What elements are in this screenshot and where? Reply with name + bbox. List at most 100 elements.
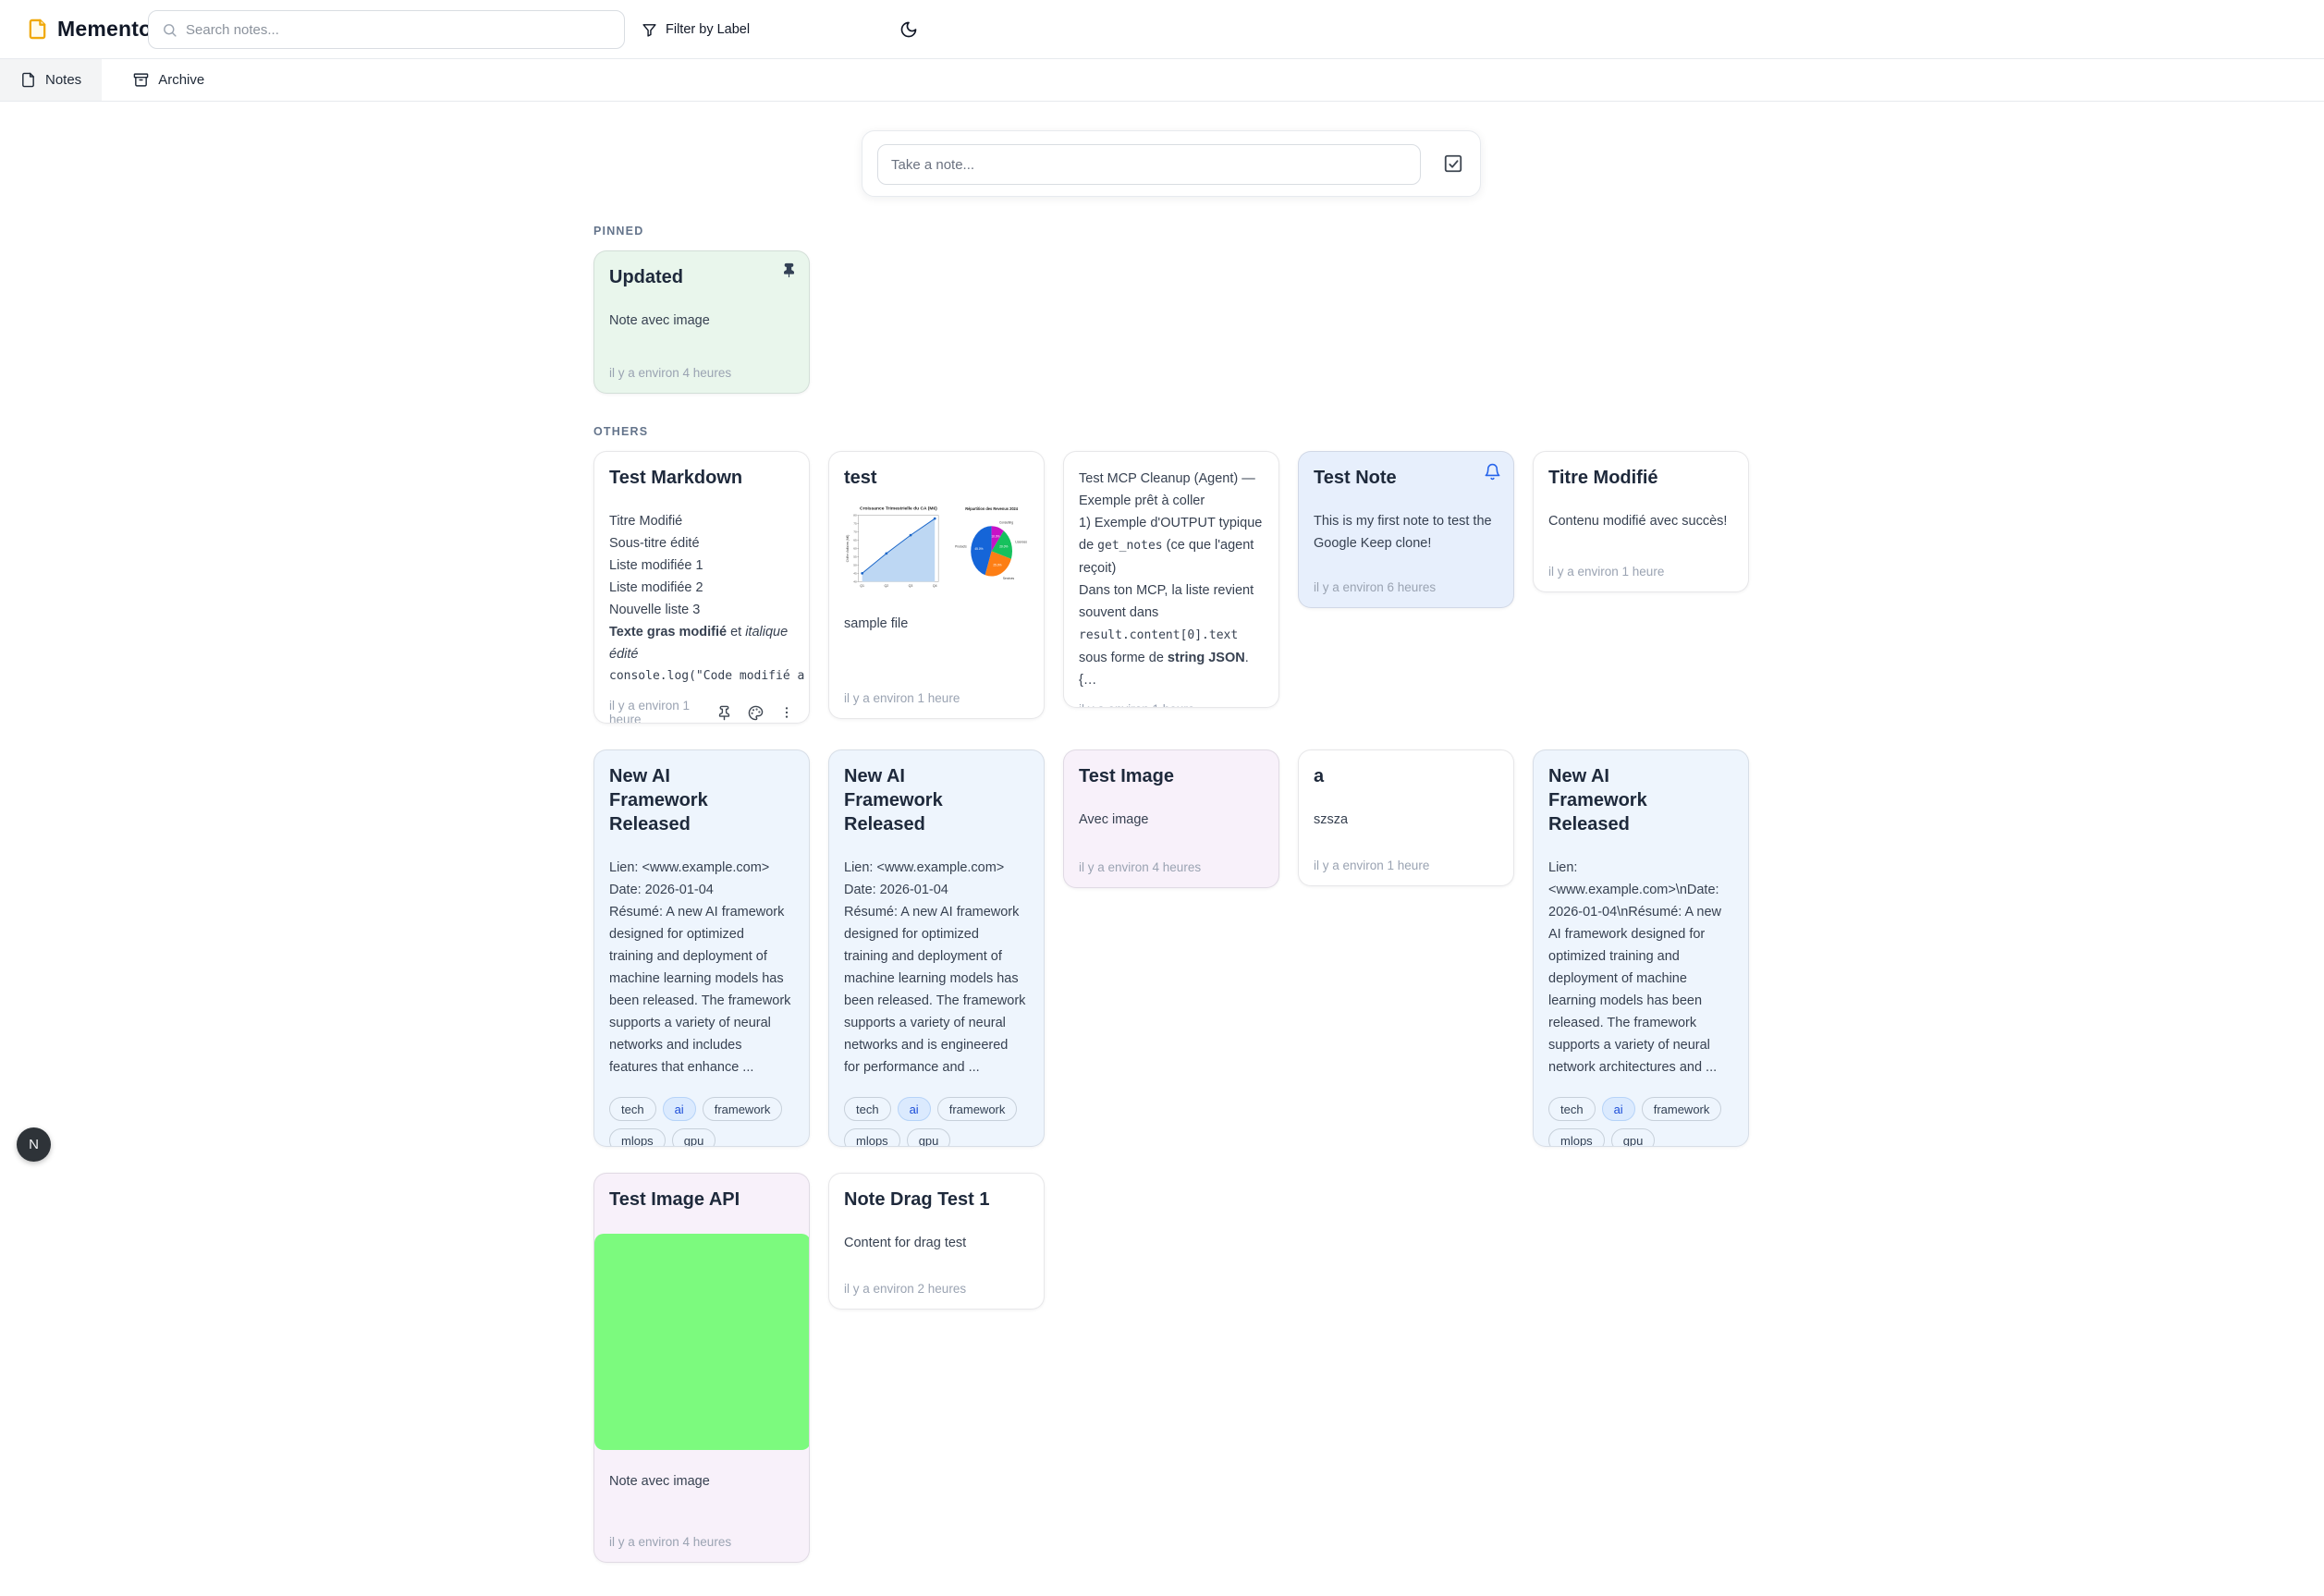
note-card[interactable]: New AI Framework ReleasedLien: <www.exam… [593,749,810,1147]
tag-pill[interactable]: mlops [844,1128,900,1147]
note-body: This is my first note to test the Google… [1314,510,1498,554]
tag-pill[interactable]: gpu [907,1128,951,1147]
svg-text:Répartition des Revenus 2024: Répartition des Revenus 2024 [965,506,1018,510]
moon-icon [899,20,918,39]
palette-icon[interactable] [748,705,764,721]
tab-bar: Notes Archive [0,59,2324,102]
svg-text:40: 40 [853,579,857,583]
note-title: Test Image API [609,1188,794,1212]
note-card[interactable]: Test Image API Note avec image il y a envi… [593,1173,810,1563]
note-body: Content for drag test [844,1232,1029,1254]
take-a-note-input[interactable] [877,144,1421,185]
note-timestamp: il y a environ 1 heure [1314,859,1429,872]
search-icon [162,22,177,38]
note-title: Test Image [1079,764,1264,788]
tag-pill[interactable]: gpu [672,1128,716,1147]
tag-pill[interactable]: framework [937,1097,1018,1121]
note-card[interactable]: Test Markdown Titre Modifié Sous-titre éd… [593,451,810,724]
note-timestamp: il y a environ 2 heures [844,1282,966,1296]
tag-pill[interactable]: framework [1642,1097,1722,1121]
pin-icon[interactable] [716,705,732,721]
note-tags: techai framework mlops gpu [1548,1097,1733,1147]
note-footer: il y a environ 1 heure [844,680,1029,705]
tab-notes[interactable]: Notes [0,59,102,101]
svg-text:Q1: Q1 [860,584,864,588]
note-body: Test MCP Cleanup (Agent) — Exemple prêt … [1079,468,1264,691]
note-footer: il y a environ 4 heures [609,1524,794,1549]
note-timestamp: il y a environ 1 heure [844,691,960,705]
svg-text:45.0%: 45.0% [974,547,984,551]
note-card[interactable]: UpdatedNote avec imageil y a environ 4 h… [593,250,810,394]
tag-pill[interactable]: mlops [609,1128,666,1147]
app-title: Memento [57,17,152,42]
svg-text:80: 80 [853,514,857,518]
note-body: Note avec image [609,310,794,332]
checkbox-icon[interactable] [1443,153,1463,178]
tag-pill[interactable]: framework [703,1097,783,1121]
note-body: Lien: <www.example.com>\nDate: 2026-01-0… [1548,857,1733,1078]
app-root: Memento Filter by Label [0,0,2324,1596]
pinned-grid: UpdatedNote avec imageil y a environ 4 h… [593,250,1749,394]
svg-text:25.0%: 25.0% [993,563,1002,567]
tag-pill[interactable]: ai [663,1097,696,1121]
note-body: sample file [844,613,1029,635]
note-footer: il y a environ 6 heures [1314,569,1498,594]
note-tags: techai framework mlops gpu [609,1097,794,1147]
note-timestamp: il y a environ 1 heure [609,699,715,724]
filter-by-label-button[interactable]: Filter by Label [642,22,750,38]
search-input[interactable] [186,22,624,38]
tag-pill[interactable]: tech [609,1097,656,1121]
tab-archive[interactable]: Archive [113,59,225,101]
note-card[interactable]: test Croissance Trimestrielle du CA (M€)… [828,451,1045,719]
tag-pill[interactable]: mlops [1548,1128,1605,1147]
note-footer: il y a environ 1 heure [609,688,794,724]
note-title: Test Markdown [609,466,794,490]
more-options-icon[interactable] [779,705,794,720]
others-grid: Test Markdown Titre Modifié Sous-titre éd… [593,451,1749,1563]
tag-pill[interactable]: gpu [1611,1128,1656,1147]
theme-toggle-button[interactable] [899,20,918,39]
note-actions [716,705,794,721]
tag-pill[interactable]: tech [1548,1097,1596,1121]
svg-text:Q4: Q4 [933,584,937,588]
note-footer: il y a environ 1 heure [1079,691,1264,708]
pinned-pin-icon[interactable] [781,262,797,278]
tag-pill[interactable]: tech [844,1097,891,1121]
svg-text:Q2: Q2 [884,584,888,588]
user-avatar[interactable]: N [17,1127,51,1162]
svg-text:20.0%: 20.0% [999,544,1009,548]
pinned-section-label: PINNED [593,225,1749,238]
svg-text:Licenses: Licenses [1015,540,1027,543]
note-card[interactable]: aszszail y a environ 1 heure [1298,749,1514,886]
note-body: Titre Modifié Sous-titre édité Liste mod… [609,510,794,688]
note-card[interactable]: New AI Framework ReleasedLien: <www.exam… [828,749,1045,1147]
note-body: Avec image [1079,809,1264,831]
note-footer: il y a environ 4 heures [1079,849,1264,874]
note-image-charts: Croissance Trimestrielle du CA (M€) 4045… [844,503,1034,592]
tag-pill[interactable]: ai [898,1097,931,1121]
note-card[interactable]: Test NoteThis is my first note to test t… [1298,451,1514,608]
filter-label: Filter by Label [666,22,750,37]
notes-content: PINNED UpdatedNote avec imageil y a envi… [593,225,1749,1563]
note-card[interactable]: New AI Framework ReleasedLien: <www.exam… [1533,749,1749,1147]
svg-text:75: 75 [853,522,857,526]
svg-text:10.0%: 10.0% [991,534,1000,538]
note-composer [862,130,1481,197]
note-card[interactable]: Test Image Avec image il y a environ 4 heu… [1063,749,1279,888]
svg-text:Q3: Q3 [909,584,913,588]
search-box [148,10,625,49]
note-body: Note avec image [609,1470,794,1492]
note-footer: il y a environ 4 heures [609,355,794,380]
svg-text:Services: Services [1003,577,1014,580]
note-card[interactable]: Note Drag Test 1 Content for drag test il … [828,1173,1045,1310]
note-footer: il y a environ 2 heures [844,1271,1029,1296]
tab-archive-label: Archive [158,72,204,88]
note-card[interactable]: Titre ModifiéContenu modifié avec succès… [1533,451,1749,592]
note-title: New AI Framework Released [609,764,794,836]
note-card[interactable]: Test MCP Cleanup (Agent) — Exemple prêt … [1063,451,1279,708]
note-title: Note Drag Test 1 [844,1188,1029,1212]
tag-pill[interactable]: ai [1602,1097,1635,1121]
note-body: szsza [1314,809,1498,831]
reminder-bell-icon[interactable] [1484,463,1501,481]
note-timestamp: il y a environ 4 heures [609,366,731,380]
